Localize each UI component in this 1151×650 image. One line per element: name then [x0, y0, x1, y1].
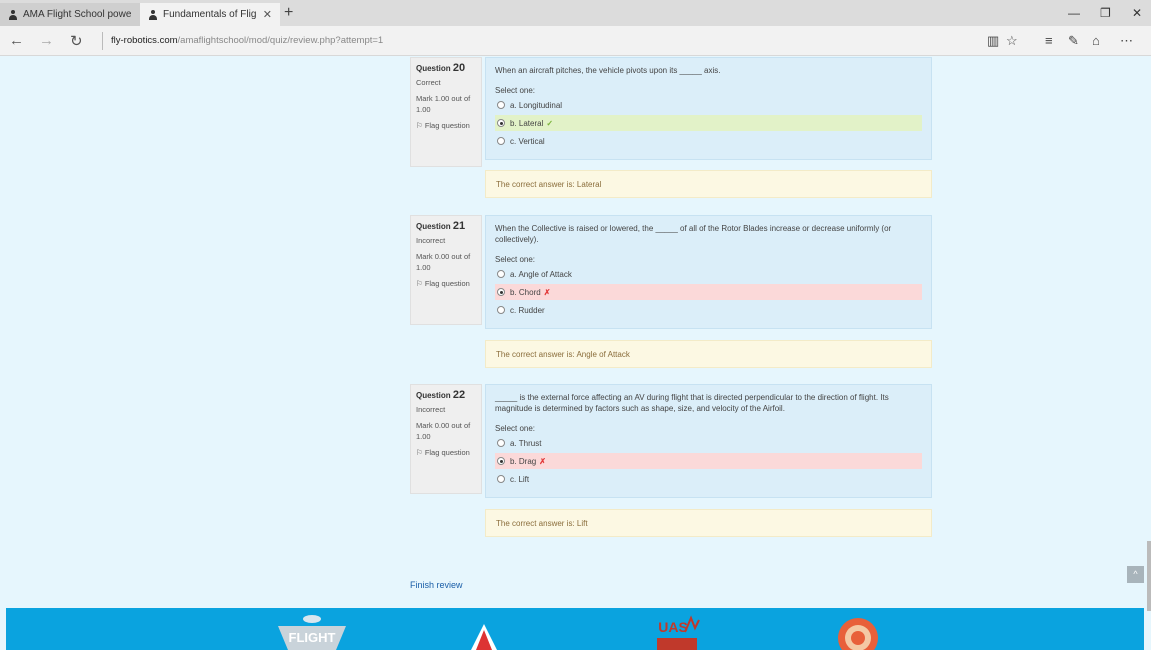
- flight-logo-text: FLIGHT: [289, 630, 336, 645]
- cross-icon: ✗: [539, 456, 546, 466]
- cross-icon: ✗: [543, 287, 551, 297]
- question-text: When the Collective is raised or lowered…: [495, 224, 892, 244]
- reading-view-icon[interactable]: ▥: [987, 33, 999, 49]
- radio-button[interactable]: [497, 101, 505, 109]
- restore-icon[interactable]: ❐: [1100, 6, 1111, 20]
- correct-answer-feedback: The correct answer is: Lateral: [485, 170, 932, 198]
- select-one-label: Select one:: [495, 255, 536, 264]
- flight-school-logo[interactable]: FLIGHT: [276, 612, 348, 650]
- user-icon: [148, 9, 158, 20]
- radio-button[interactable]: [497, 137, 505, 145]
- question-number: Question 22: [416, 389, 466, 401]
- select-one-label: Select one:: [495, 86, 536, 95]
- flag-question-link[interactable]: Flag question: [416, 279, 476, 288]
- new-tab-button[interactable]: +: [284, 4, 293, 22]
- radio-button[interactable]: [497, 439, 505, 447]
- correct-answer-feedback: The correct answer is: Lift: [485, 509, 932, 537]
- aviation-logo[interactable]: [469, 622, 499, 650]
- radio-button[interactable]: [497, 288, 505, 296]
- tab-title: Fundamentals of Flight: [163, 9, 257, 20]
- share-icon[interactable]: ⌂: [1092, 33, 1100, 48]
- hub-icon[interactable]: ≡: [1045, 33, 1053, 48]
- question-text: _____ is the external force affecting an…: [495, 393, 889, 413]
- answer-option-selected[interactable]: b. Drag ✗: [495, 453, 922, 469]
- user-icon: [8, 9, 18, 20]
- close-tab-icon[interactable]: ✕: [263, 8, 272, 21]
- minimize-icon[interactable]: —: [1068, 6, 1080, 20]
- forward-icon[interactable]: →: [39, 32, 54, 49]
- favorite-star-icon[interactable]: ☆: [1006, 33, 1018, 49]
- question-info: Question 21 Incorrect Mark 0.00 out of 1…: [410, 215, 482, 325]
- radio-button[interactable]: [497, 457, 505, 465]
- question-state: Incorrect: [416, 236, 446, 245]
- question-info: Question 20 Correct Mark 1.00 out of 1.0…: [410, 57, 482, 167]
- web-note-icon[interactable]: ✎: [1068, 33, 1079, 49]
- uas-logo-text: UAS: [658, 619, 688, 635]
- browser-tab[interactable]: AMA Flight School powerec: [0, 3, 140, 26]
- uas-stem-logo[interactable]: UAS: [651, 612, 703, 650]
- radio-button[interactable]: [497, 306, 505, 314]
- tab-title: AMA Flight School powerec: [23, 9, 132, 20]
- question-mark: Mark 0.00 out of 1.00: [416, 252, 471, 272]
- radio-button[interactable]: [497, 119, 505, 127]
- url-host: fly-robotics.com: [111, 35, 178, 46]
- refresh-icon[interactable]: ↻: [70, 32, 83, 50]
- question-info: Question 22 Incorrect Mark 0.00 out of 1…: [410, 384, 482, 494]
- flag-question-link[interactable]: Flag question: [416, 121, 476, 130]
- finish-review-link[interactable]: Finish review: [410, 580, 463, 590]
- scrollbar[interactable]: [1147, 56, 1151, 611]
- more-menu-icon[interactable]: ⋯: [1120, 33, 1133, 49]
- partner-logo[interactable]: [836, 614, 880, 650]
- browser-tab-active[interactable]: Fundamentals of Flight ✕: [140, 3, 280, 26]
- browser-nav-bar: ← → ↻ fly-robotics.com/amaflightschool/m…: [0, 26, 1151, 56]
- close-window-icon[interactable]: ✕: [1132, 6, 1142, 20]
- question-number: Question 20: [416, 62, 466, 74]
- question-text: When an aircraft pitches, the vehicle pi…: [495, 66, 721, 75]
- flag-question-link[interactable]: Flag question: [416, 448, 476, 457]
- question-content: When an aircraft pitches, the vehicle pi…: [485, 57, 932, 160]
- question-content: _____ is the external force affecting an…: [485, 384, 932, 498]
- answer-option[interactable]: a. Longitudinal: [495, 97, 922, 113]
- answer-option[interactable]: c. Lift: [495, 471, 922, 487]
- answer-option[interactable]: c. Rudder: [495, 302, 922, 318]
- site-footer: FLIGHT UAS: [6, 608, 1144, 650]
- scrollbar-thumb[interactable]: [1147, 541, 1151, 611]
- question-content: When the Collective is raised or lowered…: [485, 215, 932, 329]
- answer-option[interactable]: a. Angle of Attack: [495, 266, 922, 282]
- url-path: /amaflightschool/mod/quiz/review.php?att…: [177, 35, 384, 46]
- radio-button[interactable]: [497, 475, 505, 483]
- select-one-label: Select one:: [495, 424, 536, 433]
- question-mark: Mark 0.00 out of 1.00: [416, 421, 471, 441]
- radio-button[interactable]: [497, 270, 505, 278]
- answer-option-selected[interactable]: b. Lateral ✓: [495, 115, 922, 131]
- check-icon: ✓: [546, 118, 554, 128]
- correct-answer-feedback: The correct answer is: Angle of Attack: [485, 340, 932, 368]
- scroll-to-top-button[interactable]: ^: [1127, 566, 1144, 583]
- back-icon[interactable]: ←: [9, 32, 24, 49]
- question-number: Question 21: [416, 220, 466, 232]
- question-mark: Mark 1.00 out of 1.00: [416, 94, 471, 114]
- question-state: Correct: [416, 78, 441, 87]
- answer-option[interactable]: a. Thrust: [495, 435, 922, 451]
- answer-option[interactable]: c. Vertical: [495, 133, 922, 149]
- browser-tab-bar: AMA Flight School powerec Fundamentals o…: [0, 0, 1151, 26]
- question-state: Incorrect: [416, 405, 446, 414]
- address-bar[interactable]: fly-robotics.com/amaflightschool/mod/qui…: [102, 32, 802, 50]
- answer-option-selected[interactable]: b. Chord ✗: [495, 284, 922, 300]
